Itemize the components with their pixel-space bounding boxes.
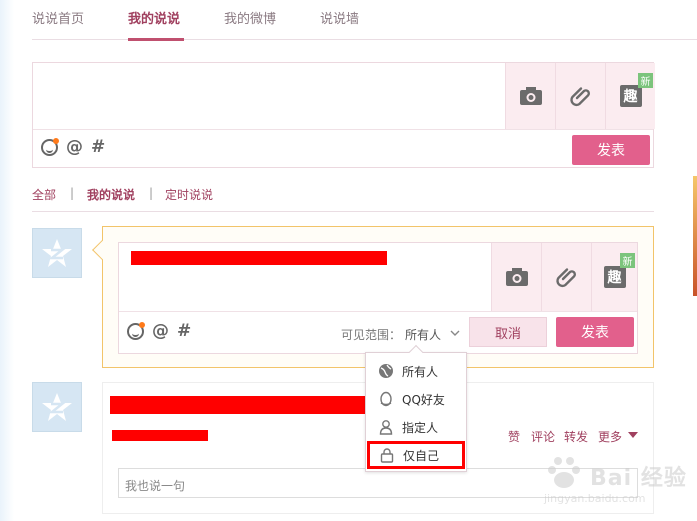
forward-link[interactable]: 转发 (564, 428, 588, 445)
comment-placeholder: 我也说一句 (125, 479, 186, 493)
attachment-icon (555, 268, 576, 288)
redacted-text (112, 430, 208, 441)
publish-button[interactable]: 发表 (556, 317, 634, 347)
option-label: 仅自己 (403, 448, 440, 463)
visibility-option-everyone[interactable]: 所有人 (366, 357, 466, 385)
fun-icon: 趣 (603, 266, 626, 288)
edit-icon-row: @ # (127, 322, 191, 340)
active-tab-underline (128, 38, 184, 41)
left-background-strip (0, 0, 14, 521)
right-sidebar-image (693, 176, 697, 296)
qzone-shuoshuo-page: 说说首页 我的说说 我的微博 说说墙 趣 新 @ # 发表 全部 | 我的说说 … (0, 0, 697, 521)
edit-post-card: 趣 新 @ # 可见范围： 所有人 取消 发表 (92, 226, 654, 368)
option-label: 指定人 (402, 420, 439, 435)
qzone-star-icon (42, 239, 72, 267)
option-label: QQ好友 (402, 392, 445, 407)
tab-my-weibo[interactable]: 我的微博 (224, 8, 276, 27)
watermark-url: jingyan.baidu.com (544, 492, 646, 505)
photo-button[interactable] (505, 63, 555, 129)
filter-mine[interactable]: 我的说说 (87, 186, 135, 203)
camera-icon (505, 268, 528, 286)
new-badge: 新 (638, 73, 653, 88)
avatar[interactable] (32, 382, 82, 432)
at-icon[interactable]: @ (152, 323, 169, 340)
attach-button[interactable] (555, 63, 605, 129)
at-icon[interactable]: @ (66, 139, 83, 156)
emoji-icon[interactable] (127, 322, 145, 340)
emoji-icon[interactable] (41, 138, 59, 156)
qq-icon (378, 391, 394, 407)
fun-button[interactable]: 趣 新 (605, 63, 655, 129)
visibility-label: 可见范围： (341, 328, 402, 342)
person-icon (378, 419, 394, 435)
hashtag-icon[interactable]: # (91, 139, 105, 156)
top-nav: 说说首页 我的说说 我的微博 说说墙 (32, 0, 697, 41)
baidu-jingyan-watermark: Bai 经验 jingyan.baidu.com (528, 452, 688, 512)
visibility-option-only-me[interactable]: 仅自己 (367, 441, 465, 469)
cancel-button[interactable]: 取消 (469, 317, 547, 347)
attachment-icon (569, 87, 590, 107)
camera-icon (519, 87, 542, 105)
globe-icon (378, 363, 394, 379)
paw-logo-icon (548, 457, 580, 488)
filter-all[interactable]: 全部 (32, 186, 56, 203)
composer-toolbar: @ # 发表 (33, 129, 653, 167)
fun-button[interactable]: 趣 新 (591, 243, 637, 311)
fun-icon: 趣 (619, 85, 642, 107)
qzone-star-icon (42, 393, 72, 421)
attach-button[interactable] (541, 243, 591, 311)
caret-down-icon[interactable] (628, 432, 638, 439)
visibility-option-specified[interactable]: 指定人 (366, 413, 466, 441)
option-label: 所有人 (402, 364, 439, 379)
chevron-down-icon[interactable] (450, 330, 460, 337)
watermark-text: Bai 经验 (590, 466, 687, 491)
photo-button[interactable] (491, 243, 541, 311)
comment-link[interactable]: 评论 (531, 428, 555, 445)
more-link[interactable]: 更多 (598, 428, 622, 445)
edit-textarea[interactable] (119, 243, 491, 311)
tab-my-shuoshuo[interactable]: 我的说说 (128, 8, 180, 27)
notification-dot (53, 138, 59, 144)
hashtag-icon[interactable]: # (177, 323, 191, 340)
lock-icon (379, 447, 395, 463)
like-link[interactable]: 赞 (508, 428, 520, 445)
composer-textarea[interactable] (33, 63, 505, 129)
composer-icon-row: @ # (41, 138, 105, 156)
publish-button[interactable]: 发表 (572, 135, 650, 165)
notification-dot (139, 322, 145, 328)
card-arrow (92, 240, 112, 260)
new-badge: 新 (620, 253, 635, 268)
tab-home[interactable]: 说说首页 (32, 8, 84, 27)
redacted-text (110, 396, 368, 414)
filter-scheduled[interactable]: 定时说说 (165, 186, 213, 203)
edit-toolbar: @ # 可见范围： 所有人 取消 发表 (119, 311, 637, 353)
filter-separator: | (149, 186, 154, 200)
filter-separator: | (70, 186, 75, 200)
avatar[interactable] (32, 228, 82, 278)
visibility-select[interactable]: 所有人 (405, 326, 441, 343)
edit-post-editor: 趣 新 @ # 可见范围： 所有人 取消 发表 (118, 242, 638, 354)
tab-shuoshuo-wall[interactable]: 说说墙 (320, 8, 359, 27)
post-composer: 趣 新 @ # 发表 (32, 62, 655, 168)
visibility-option-qq-friends[interactable]: QQ好友 (366, 385, 466, 413)
visibility-dropdown: 所有人 QQ好友 指定人 仅自己 (365, 344, 467, 472)
post-filter-bar: 全部 | 我的说说 | 定时说说 (32, 186, 654, 212)
